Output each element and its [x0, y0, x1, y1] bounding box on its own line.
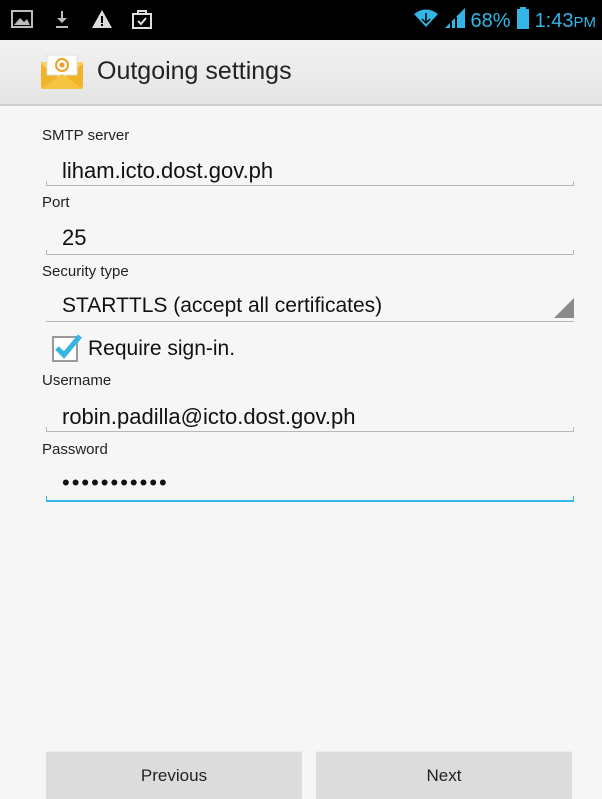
- security-type-label: Security type: [42, 263, 129, 280]
- username-value: robin.padilla@icto.dost.gov.ph: [62, 404, 356, 429]
- status-indicators: 68% 1:43PM: [413, 7, 596, 35]
- status-bar: 68% 1:43PM: [0, 0, 602, 40]
- signal-icon: [444, 8, 465, 34]
- security-type-spinner[interactable]: STARTTLS (accept all certificates): [46, 294, 574, 322]
- security-type-value: STARTTLS (accept all certificates): [62, 294, 383, 317]
- field-tick-left: [46, 250, 47, 255]
- require-signin-row[interactable]: Require sign-in.: [52, 334, 236, 362]
- dropdown-indicator-icon: [554, 298, 574, 318]
- field-tick-right: [573, 496, 574, 502]
- password-label: Password: [42, 441, 108, 458]
- field-tick-left: [46, 181, 47, 186]
- port-value: 25: [62, 225, 87, 250]
- password-field[interactable]: •••••••••••: [46, 468, 574, 502]
- checkmark-icon: [55, 334, 82, 359]
- smtp-server-field[interactable]: liham.icto.dost.gov.ph: [46, 158, 574, 186]
- field-underline: [46, 500, 574, 502]
- field-underline: [46, 185, 574, 186]
- username-label: Username: [42, 372, 112, 389]
- picture-icon: [10, 8, 34, 30]
- smtp-server-label: SMTP server: [42, 127, 130, 144]
- wifi-icon: [413, 8, 439, 34]
- port-label: Port: [42, 194, 70, 211]
- clock: 1:43PM: [535, 10, 596, 33]
- password-value: •••••••••••: [62, 470, 169, 495]
- email-app-icon[interactable]: [40, 54, 84, 90]
- field-underline: [46, 254, 574, 255]
- warning-icon: [90, 8, 114, 30]
- battery-icon: [516, 7, 529, 35]
- clock-suffix: PM: [573, 13, 597, 31]
- username-field[interactable]: robin.padilla@icto.dost.gov.ph: [46, 404, 574, 432]
- require-signin-checkbox[interactable]: [52, 334, 82, 362]
- bag-icon: [130, 8, 154, 30]
- port-field[interactable]: 25: [46, 225, 574, 255]
- field-tick-right: [573, 250, 574, 255]
- field-tick-left: [46, 427, 47, 432]
- previous-button[interactable]: Previous: [46, 751, 302, 799]
- field-tick-right: [573, 181, 574, 186]
- action-bar: Outgoing settings: [0, 40, 602, 106]
- download-icon: [50, 8, 74, 30]
- require-signin-label: Require sign-in.: [88, 337, 236, 360]
- page-title: Outgoing settings: [97, 57, 292, 85]
- field-tick-right: [573, 427, 574, 432]
- next-button[interactable]: Next: [316, 751, 572, 799]
- battery-percent: 68%: [470, 9, 511, 32]
- field-underline: [46, 431, 574, 432]
- clock-time: 1:43: [534, 9, 574, 32]
- status-notification-icons: [10, 8, 154, 30]
- smtp-server-value: liham.icto.dost.gov.ph: [62, 158, 274, 183]
- field-underline: [46, 321, 574, 322]
- field-tick-left: [46, 496, 47, 502]
